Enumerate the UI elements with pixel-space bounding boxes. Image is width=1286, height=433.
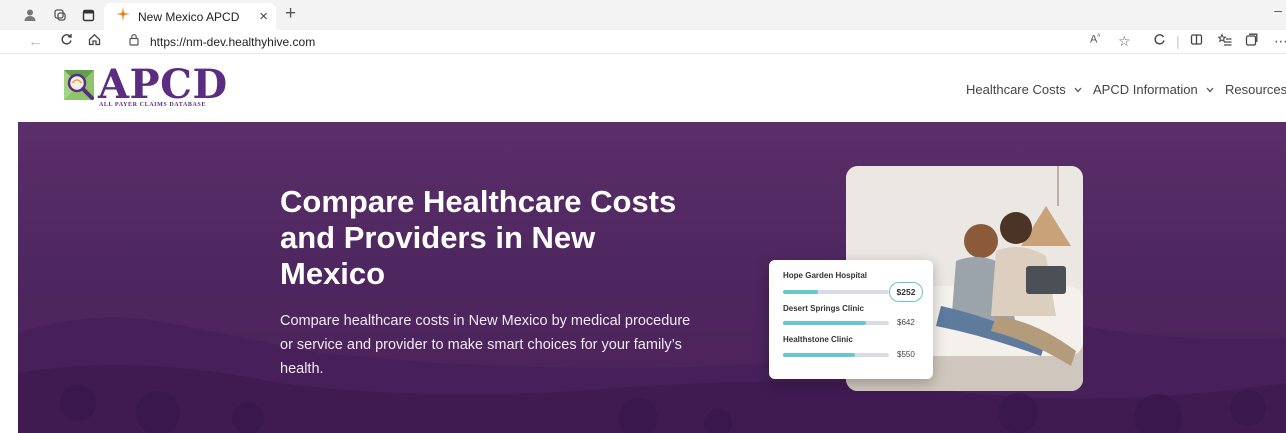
cost-bar-fill: [783, 290, 818, 294]
nav-label: APCD Information: [1093, 82, 1198, 97]
site-info-icon[interactable]: [128, 33, 140, 50]
address-bar-url[interactable]: https://nm-dev.healthyhive.com: [150, 35, 315, 49]
tab-actions-icon[interactable]: [80, 7, 96, 23]
site-header: APCD ALL PAYER CLAIMS DATABASE Healthcar…: [0, 55, 1286, 122]
back-icon[interactable]: ←: [28, 33, 43, 50]
cost-bar-fill: [783, 353, 856, 357]
chevron-down-icon: [1074, 85, 1082, 95]
cost-comparison-card: Hope Garden Hospital $252 Desert Springs…: [769, 260, 933, 379]
provider-name: Desert Springs Clinic: [783, 304, 864, 313]
apcd-sparkle-icon: [116, 7, 130, 26]
nav-resources[interactable]: Resources: [1225, 82, 1286, 97]
favorite-star-icon[interactable]: ☆: [1118, 33, 1131, 50]
home-icon[interactable]: [88, 33, 101, 50]
cost-bar-fill: [783, 321, 866, 325]
more-options-icon[interactable]: ⋯: [1274, 33, 1286, 50]
split-screen-icon[interactable]: [1190, 33, 1203, 49]
logo-subtitle: ALL PAYER CLAIMS DATABASE: [99, 102, 206, 108]
cost-bar: [783, 321, 889, 325]
apcd-logo[interactable]: APCD ALL PAYER CLAIMS DATABASE: [63, 61, 227, 115]
logo-text: APCD: [98, 61, 228, 108]
browser-tab[interactable]: New Mexico APCD ×: [104, 3, 276, 30]
nav-label: Resources: [1225, 82, 1286, 97]
profile-icon[interactable]: [22, 7, 38, 23]
nav-label: Healthcare Costs: [966, 82, 1066, 97]
provider-name: Healthstone Clinic: [783, 335, 853, 344]
cost-bar: [783, 353, 889, 357]
tab-title: New Mexico APCD: [138, 9, 240, 24]
refresh-icon[interactable]: [1153, 33, 1166, 49]
favorites-list-icon[interactable]: [1217, 33, 1232, 49]
provider-price: $550: [897, 350, 915, 359]
chevron-down-icon: [1206, 85, 1214, 95]
cost-bar: [783, 290, 889, 294]
provider-price: $642: [897, 318, 915, 327]
browser-address-row: ← https://nm-dev.healthyhive.com Aᵃ ☆ | …: [0, 30, 1286, 54]
nav-apcd-information[interactable]: APCD Information: [1093, 82, 1214, 97]
refresh-page-icon[interactable]: [60, 33, 73, 50]
hero-section: Compare Healthcare Costs and Providers i…: [18, 122, 1286, 433]
toolbar-divider: |: [1176, 33, 1180, 49]
new-tab-button[interactable]: +: [285, 3, 296, 25]
highlighted-price: $252: [889, 282, 923, 302]
tab-close-icon[interactable]: ×: [259, 8, 268, 25]
read-aloud-icon[interactable]: Aᵃ: [1090, 33, 1100, 46]
browser-tab-strip: New Mexico APCD × + –: [0, 0, 1286, 30]
collections-icon[interactable]: [1245, 33, 1258, 49]
nav-healthcare-costs[interactable]: Healthcare Costs: [966, 82, 1082, 97]
minimize-icon[interactable]: –: [1274, 2, 1282, 18]
hero-description: Compare healthcare costs in New Mexico b…: [280, 313, 691, 377]
provider-name: Hope Garden Hospital: [783, 271, 868, 280]
workspaces-icon[interactable]: [52, 7, 68, 23]
magnifier-map-icon: [64, 70, 94, 100]
hero-title: Compare Healthcare Costs and Providers i…: [280, 184, 677, 291]
